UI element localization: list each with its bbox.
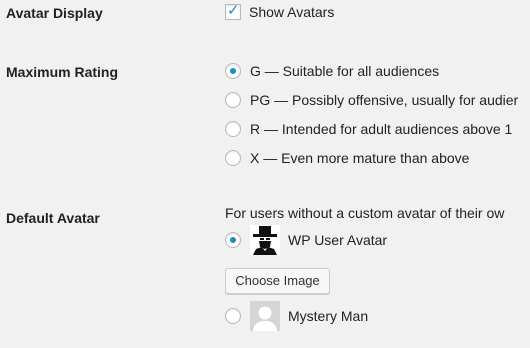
wp-user-avatar-radio[interactable] [225, 232, 241, 248]
rating-option-r[interactable]: R — Intended for adult audiences above 1 [225, 121, 512, 137]
rating-x-label: X — Even more mature than above [250, 150, 470, 166]
rating-x-radio[interactable] [225, 150, 241, 166]
choose-image-button[interactable]: Choose Image [225, 268, 330, 294]
avatar-option-mystery-man[interactable]: Mystery Man [225, 301, 368, 331]
show-avatars-checkbox[interactable]: ✓ [225, 2, 241, 20]
rating-r-radio[interactable] [225, 121, 241, 137]
show-avatars-label: Show Avatars [249, 4, 335, 20]
avatar-option-wp-user-avatar[interactable]: WP User Avatar [225, 225, 387, 255]
rating-g-radio[interactable] [225, 63, 241, 79]
rating-g-label: G — Suitable for all audiences [250, 63, 440, 79]
rating-r-label: R — Intended for adult audiences above 1 [250, 121, 513, 137]
rating-pg-radio[interactable] [225, 92, 241, 108]
default-avatar-label: Default Avatar [6, 210, 100, 226]
checkmark-icon: ✓ [227, 2, 240, 19]
rating-option-pg[interactable]: PG — Possibly offensive, usually for aud… [225, 92, 518, 108]
avatar-display-label: Avatar Display [6, 5, 103, 21]
show-avatars-option[interactable]: ✓ Show Avatars [225, 2, 335, 20]
mystery-man-icon [250, 301, 280, 331]
rating-option-x[interactable]: X — Even more mature than above [225, 150, 469, 166]
mystery-man-label: Mystery Man [288, 308, 369, 324]
rating-option-g[interactable]: G — Suitable for all audiences [225, 63, 439, 79]
mystery-man-radio[interactable] [225, 308, 241, 324]
wp-user-avatar-label: WP User Avatar [288, 232, 388, 248]
default-avatar-description: For users without a custom avatar of the… [225, 205, 505, 221]
rating-pg-label: PG — Possibly offensive, usually for aud… [250, 92, 519, 108]
maximum-rating-label: Maximum Rating [6, 64, 119, 80]
wp-user-avatar-icon [250, 225, 280, 255]
